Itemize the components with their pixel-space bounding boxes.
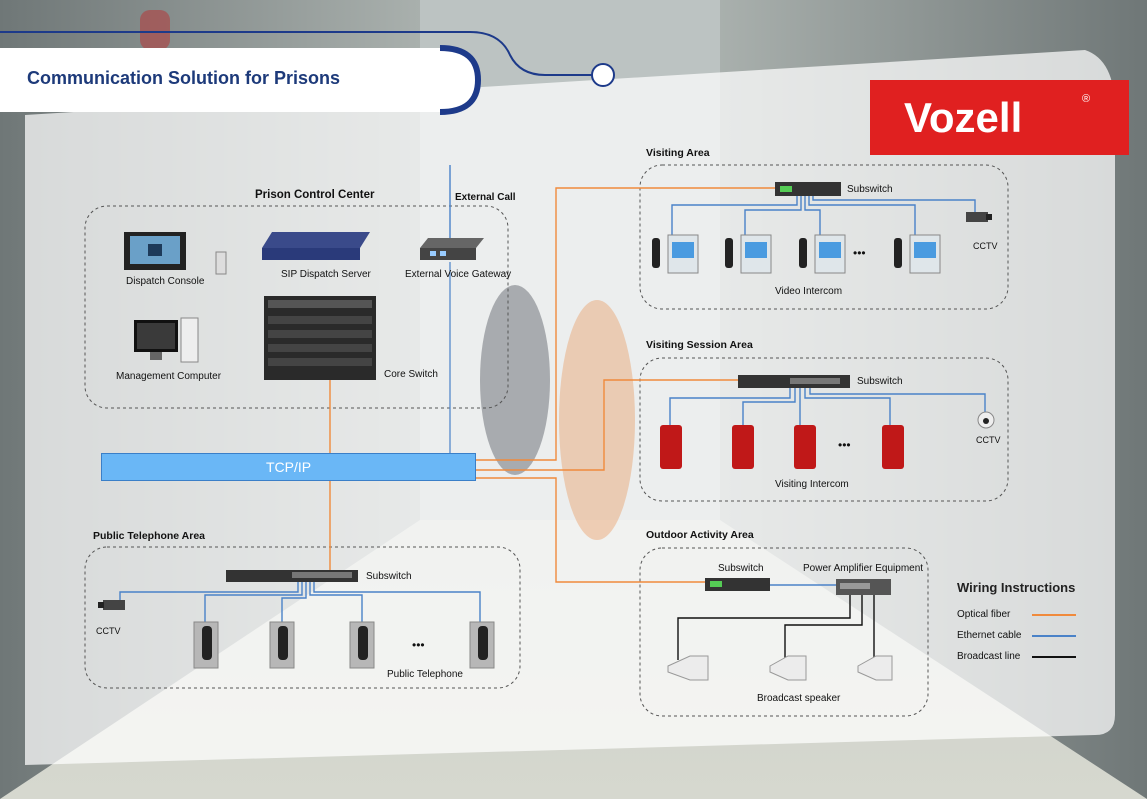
power-amplifier-label: Power Amplifier Equipment (803, 563, 924, 574)
sip-server-label: SIP Dispatch Server (281, 269, 371, 280)
core-switch-icon (264, 296, 376, 380)
tcp-ip-backbone: TCP/IP (101, 453, 476, 481)
voice-gateway-label: External Voice Gateway (405, 269, 512, 280)
legend-ethernet-cable: Ethernet cable (957, 630, 1022, 641)
core-switch-label: Core Switch (384, 369, 438, 380)
logo-text: Vozell (904, 94, 1023, 141)
phone-cctv-label: CCTV (96, 626, 121, 636)
broadcast-speaker-label: Broadcast speaker (757, 693, 841, 704)
phone-area-title: Public Telephone Area (93, 530, 206, 542)
dispatch-console-label: Dispatch Console (126, 276, 205, 287)
visiting-ellipsis: ••• (853, 246, 866, 260)
visiting-area-title: Visiting Area (646, 147, 710, 159)
page-title: Communication Solution for Prisons (27, 68, 341, 88)
video-intercom-label: Video Intercom (775, 286, 843, 297)
wiring-legend-title: Wiring Instructions (957, 580, 1076, 595)
visiting-subswitch-icon (775, 182, 841, 196)
power-amplifier-icon (836, 579, 891, 595)
visiting-cctv-label: CCTV (973, 241, 998, 251)
session-subswitch-label: Subswitch (857, 376, 903, 387)
outdoor-subswitch-label: Subswitch (718, 563, 764, 574)
public-telephone-label: Public Telephone (387, 669, 463, 680)
legend-broadcast-line: Broadcast line (957, 651, 1021, 662)
session-ellipsis: ••• (838, 438, 851, 452)
logo-registered-mark: ® (1082, 93, 1091, 105)
vozell-logo: Vozell ® (870, 80, 1129, 155)
visiting-intercom-label: Visiting Intercom (775, 479, 849, 490)
phone-subswitch-label: Subswitch (366, 571, 412, 582)
session-cctv-icon (977, 411, 995, 429)
session-subswitch-icon (738, 375, 850, 388)
voice-gateway-icon (420, 238, 484, 260)
management-computer-label: Management Computer (116, 371, 222, 382)
control-center-title: Prison Control Center (255, 189, 375, 201)
phone-ellipsis: ••• (412, 638, 425, 652)
external-call-label: External Call (455, 192, 516, 203)
phone-subswitch-icon (226, 570, 358, 582)
outdoor-area-title: Outdoor Activity Area (646, 529, 754, 541)
visiting-subswitch-label: Subswitch (847, 184, 893, 195)
outdoor-subswitch-icon (705, 578, 770, 591)
session-cctv-label: CCTV (976, 435, 1001, 445)
legend-optical-fiber: Optical fiber (957, 609, 1011, 620)
session-area-title: Visiting Session Area (646, 339, 753, 351)
sip-dispatch-server-icon (262, 232, 370, 260)
